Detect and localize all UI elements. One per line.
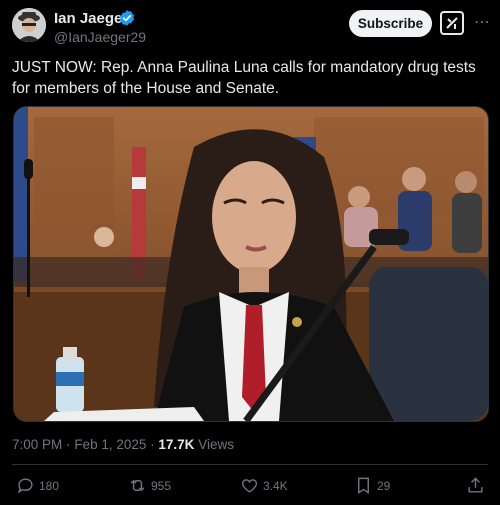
repost-button[interactable]: 955 bbox=[128, 476, 171, 495]
reply-icon bbox=[18, 478, 33, 494]
like-button[interactable]: 3.4K bbox=[240, 476, 288, 495]
tweet-meta: 7:00 PM · Feb 1, 2025 · 17.7K Views bbox=[12, 437, 234, 452]
action-bar: 180 955 3.4K 29 bbox=[0, 474, 500, 498]
tweet-time[interactable]: 7:00 PM bbox=[12, 437, 62, 452]
reply-button[interactable]: 180 bbox=[16, 476, 59, 495]
meta-separator: · bbox=[150, 437, 155, 452]
subscribe-button[interactable]: Subscribe bbox=[349, 10, 432, 37]
share-icon bbox=[468, 477, 483, 493]
verified-badge-icon bbox=[119, 10, 135, 26]
divider bbox=[12, 464, 488, 465]
share-button[interactable] bbox=[466, 476, 489, 495]
heart-icon bbox=[241, 479, 258, 493]
tweet-date[interactable]: Feb 1, 2025 bbox=[74, 437, 146, 452]
bookmark-count: 29 bbox=[377, 478, 391, 493]
repost-count: 955 bbox=[151, 478, 172, 493]
views-count: 17.7K bbox=[158, 437, 195, 452]
avatar[interactable] bbox=[12, 8, 46, 42]
reply-count: 180 bbox=[39, 478, 60, 493]
like-count: 3.4K bbox=[263, 478, 288, 493]
tweet-image[interactable] bbox=[13, 106, 489, 422]
tweet-text: JUST NOW: Rep. Anna Paulina Luna calls f… bbox=[12, 59, 476, 97]
bookmark-button[interactable]: 29 bbox=[354, 476, 390, 495]
repost-icon bbox=[130, 479, 145, 492]
author-handle[interactable]: @IanJaeger29 bbox=[54, 29, 146, 45]
more-options-icon[interactable]: ⋯ bbox=[474, 12, 490, 32]
views-label: Views bbox=[198, 437, 234, 452]
tweet-card: Ian Jaeger @IanJaeger29 Subscribe ⋯ JUST… bbox=[0, 0, 500, 505]
grok-icon[interactable] bbox=[440, 11, 464, 35]
meta-separator: · bbox=[66, 437, 71, 452]
bookmark-icon bbox=[358, 477, 369, 494]
